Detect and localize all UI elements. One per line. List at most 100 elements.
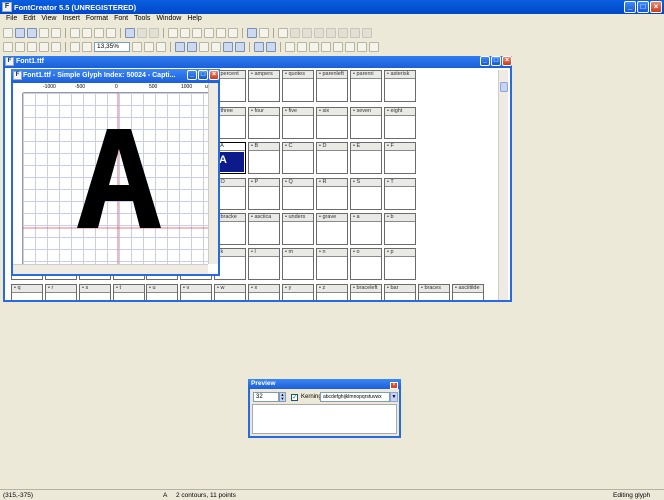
glyph-cell[interactable]: • asterisk	[384, 70, 416, 102]
align-icon[interactable]	[285, 41, 295, 52]
glyph-cell[interactable]: • braces	[418, 284, 450, 300]
guide-icon[interactable]	[266, 41, 276, 52]
menu-item-edit[interactable]: Edit	[23, 15, 35, 25]
glyph-map-icon[interactable]	[247, 27, 257, 38]
glyph-cell[interactable]: • w	[214, 284, 246, 300]
glyph-cell[interactable]: • p	[384, 248, 416, 280]
menu-item-window[interactable]: Window	[156, 15, 181, 25]
glyph-cell[interactable]: • t	[113, 284, 145, 300]
combine-icon[interactable]	[369, 41, 379, 52]
glyph-cell[interactable]: • quotes	[282, 70, 314, 102]
bitmap-icon[interactable]	[259, 27, 269, 38]
menu-item-insert[interactable]: Insert	[62, 15, 80, 25]
metrics-icon[interactable]	[254, 41, 264, 52]
glyph-canvas[interactable]	[23, 93, 208, 264]
glyph-cell[interactable]: • r	[45, 284, 77, 300]
glyph-cell[interactable]: • o	[350, 248, 382, 280]
copy-icon[interactable]	[94, 27, 104, 38]
glyph-cell[interactable]: • F	[384, 142, 416, 174]
arrow-icon[interactable]	[175, 41, 185, 52]
validate-icon[interactable]	[216, 27, 226, 38]
menu-item-help[interactable]: Help	[187, 15, 201, 25]
find-icon[interactable]	[70, 27, 80, 38]
calendar-icon[interactable]	[228, 27, 238, 38]
glyph-window-hscroll[interactable]	[13, 264, 208, 274]
rectangle-icon[interactable]	[223, 41, 233, 52]
preview-text-combo[interactable]: abcdefghijklmnopqrstuvwx	[320, 392, 390, 402]
glyph-window-maximize-button[interactable]: □	[198, 70, 208, 80]
minimize-button[interactable]: _	[624, 1, 636, 13]
mirror-icon[interactable]	[357, 41, 367, 52]
save-icon[interactable]	[27, 27, 37, 38]
zoom-in-icon[interactable]	[70, 41, 80, 52]
glyph-cell[interactable]: • B	[248, 142, 280, 174]
contour-icon[interactable]	[290, 27, 300, 38]
glyph-cell[interactable]: • s	[79, 284, 111, 300]
glyph-cell[interactable]: • ampers	[248, 70, 280, 102]
glyph-cell[interactable]: • y	[282, 284, 314, 300]
curve-icon[interactable]	[211, 41, 221, 52]
ellipse-icon[interactable]	[235, 41, 245, 52]
distribute-icon[interactable]	[297, 41, 307, 52]
format-icon[interactable]	[180, 27, 190, 38]
kerning-checkbox[interactable]: ✓	[291, 394, 298, 401]
chevron-down-icon[interactable]	[132, 41, 142, 52]
glyph-cell[interactable]: • Q	[282, 178, 314, 210]
glyph-cell[interactable]: • seven	[350, 107, 382, 139]
glyph-cell[interactable]: • R	[316, 178, 348, 210]
knife-icon[interactable]	[187, 41, 197, 52]
menu-item-view[interactable]: View	[41, 15, 56, 25]
skew-icon[interactable]	[345, 41, 355, 52]
import-icon[interactable]	[278, 27, 288, 38]
kern-icon[interactable]	[338, 27, 348, 38]
link-icon[interactable]	[314, 27, 324, 38]
glyph-cell[interactable]: • asciitilde	[452, 284, 484, 300]
glyph-cell[interactable]: • a	[350, 213, 382, 245]
close-button[interactable]: ×	[650, 1, 662, 13]
table-icon[interactable]	[192, 27, 202, 38]
scroll-thumb[interactable]	[500, 82, 508, 92]
redo-icon[interactable]	[137, 27, 147, 38]
glyph-cell[interactable]: • q	[11, 284, 43, 300]
glyph-cell[interactable]: • P	[248, 178, 280, 210]
glyph-cell[interactable]: • z	[316, 284, 348, 300]
glyph-cell[interactable]: • D	[316, 142, 348, 174]
glyph-cell[interactable]: • eight	[384, 107, 416, 139]
glyph-cell[interactable]: • asciica	[248, 213, 280, 245]
menu-item-format[interactable]: Format	[86, 15, 108, 25]
glyph-cell[interactable]: • u	[146, 284, 178, 300]
node-icon[interactable]	[302, 27, 312, 38]
brush-icon[interactable]	[51, 41, 61, 52]
hand-icon[interactable]	[27, 41, 37, 52]
maximize-button[interactable]: □	[637, 1, 649, 13]
transform-icon[interactable]	[15, 41, 25, 52]
preview-size-input[interactable]: 32	[253, 392, 279, 402]
glyph-cell[interactable]: • x	[248, 284, 280, 300]
grid-icon[interactable]	[156, 41, 166, 52]
menu-item-file[interactable]: File	[6, 15, 17, 25]
glyph-cell[interactable]: • bar	[384, 284, 416, 300]
metric-icon[interactable]	[326, 27, 336, 38]
glyph-window-minimize-button[interactable]: _	[187, 70, 197, 80]
print-icon[interactable]	[51, 27, 61, 38]
menu-item-font[interactable]: Font	[114, 15, 128, 25]
select-icon[interactable]	[3, 41, 13, 52]
rotate-icon[interactable]	[321, 41, 331, 52]
glyph-cell[interactable]: • grave	[316, 213, 348, 245]
glyph-cell[interactable]: • parenri	[350, 70, 382, 102]
glyph-cell[interactable]: • n	[316, 248, 348, 280]
font-properties-icon[interactable]	[168, 27, 178, 38]
scale-icon[interactable]	[333, 41, 343, 52]
hint-icon[interactable]	[350, 27, 360, 38]
zoom-fit-icon[interactable]	[144, 41, 154, 52]
glyph-cell[interactable]: • v	[180, 284, 212, 300]
glyph-cell[interactable]: • parenleft	[316, 70, 348, 102]
shape-icon[interactable]	[362, 27, 372, 38]
glyph-cell[interactable]: • S	[350, 178, 382, 210]
save-all-icon[interactable]	[39, 27, 49, 38]
glyph-cell[interactable]: • six	[316, 107, 348, 139]
glyph-cell[interactable]: • l	[248, 248, 280, 280]
glyph-cell[interactable]: • C	[282, 142, 314, 174]
font-window-close-button[interactable]: ×	[502, 56, 512, 66]
paste-icon[interactable]	[106, 27, 116, 38]
